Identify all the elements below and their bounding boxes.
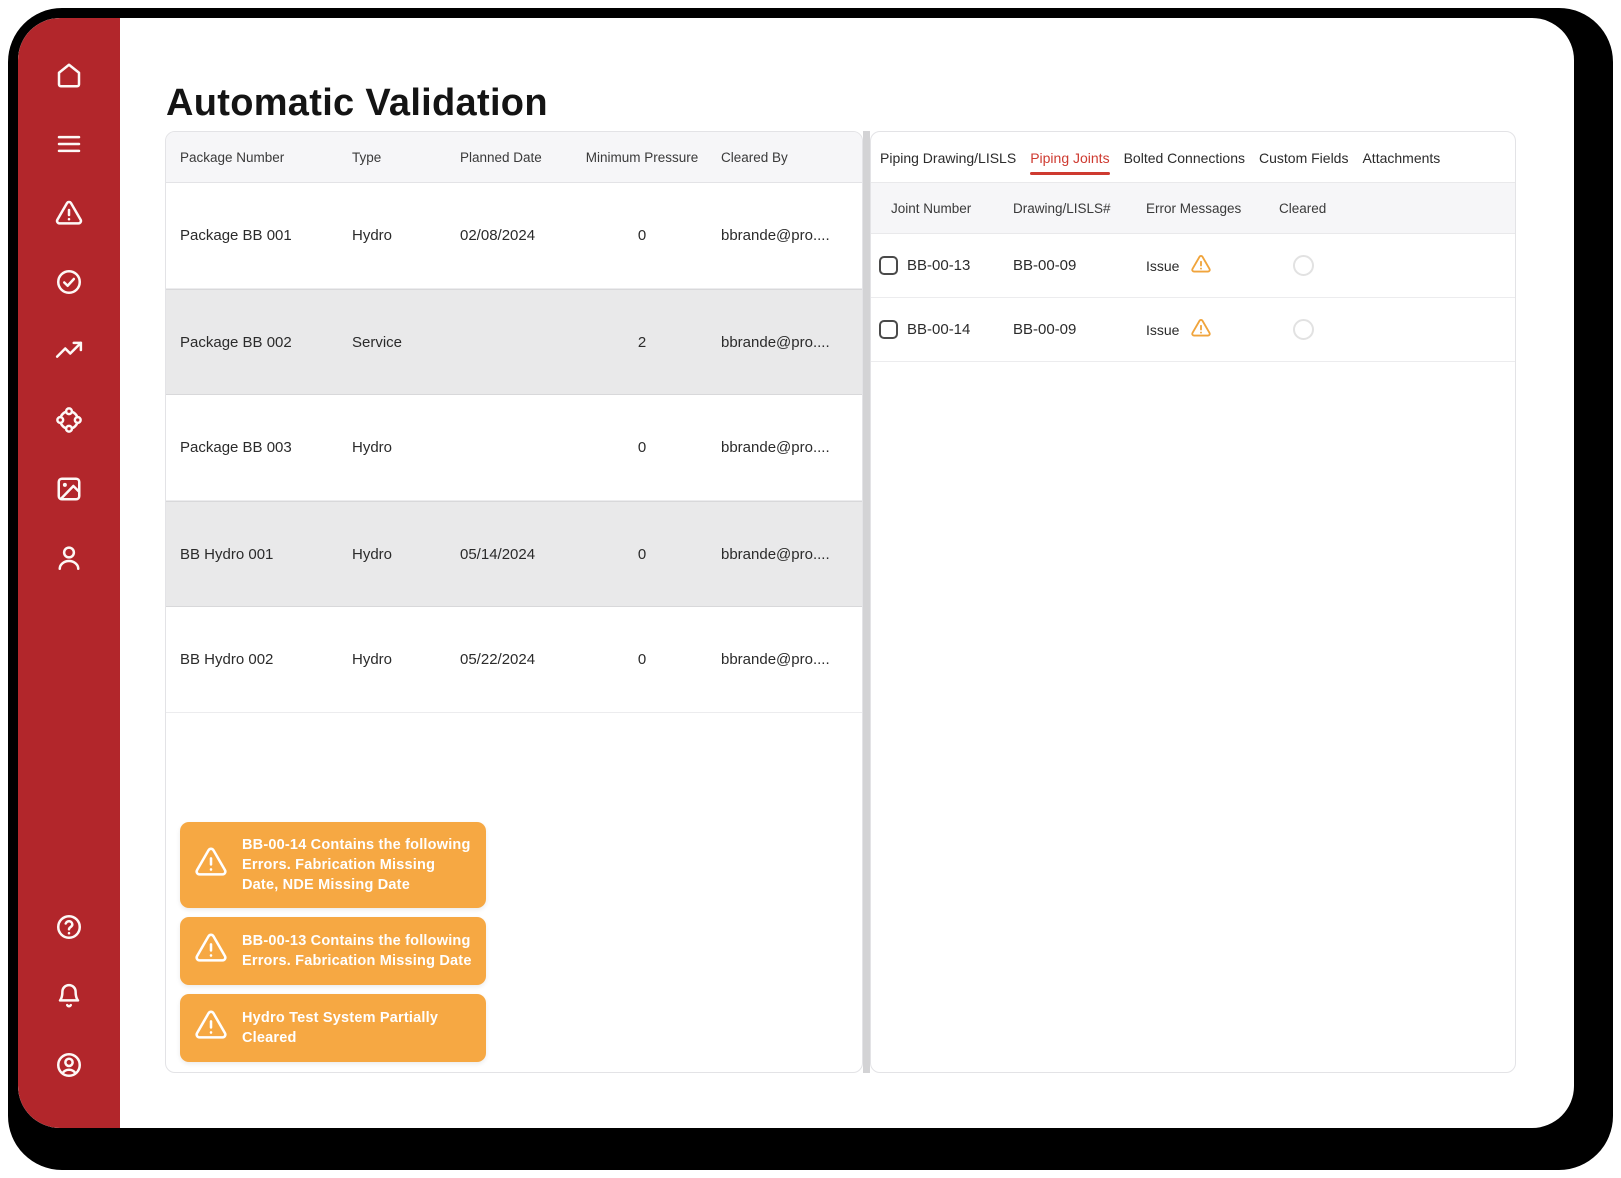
toast-stack: BB-00-14 Contains the following Errors. … <box>180 822 486 1062</box>
help-icon <box>54 912 84 942</box>
cleared-by-cell: bbrande@pro.... <box>707 546 862 563</box>
toast-message: BB-00-13 Contains the following Errors. … <box>242 931 472 971</box>
home-icon <box>54 60 84 90</box>
type-cell: Hydro <box>352 651 460 668</box>
alert-triangle-icon <box>54 198 84 228</box>
tab-bolted-connections[interactable]: Bolted Connections <box>1117 135 1252 179</box>
type-cell: Hydro <box>352 546 460 563</box>
check-circle-icon <box>54 267 84 297</box>
column-header-cleared-by: Cleared By <box>707 150 862 165</box>
joint-number-cell: BB-00-13 <box>907 257 1013 274</box>
drawing-cell: BB-00-09 <box>1013 257 1146 274</box>
toast-message: Hydro Test System Partially Cleared <box>242 1008 472 1048</box>
app-window: Automatic Validation Package Number Type… <box>18 18 1574 1128</box>
column-header-joint-number: Joint Number <box>891 201 1013 216</box>
type-cell: Service <box>352 334 460 351</box>
package-number-cell: BB Hydro 002 <box>180 651 352 668</box>
package-number-cell: Package BB 003 <box>180 439 352 456</box>
column-header-drawing-lisls: Drawing/LISLS# <box>1013 201 1146 216</box>
sidebar-item-account[interactable] <box>48 1050 90 1080</box>
sidebar-item-home[interactable] <box>48 60 90 90</box>
account-icon <box>54 1050 84 1080</box>
cleared-by-cell: bbrande@pro.... <box>707 334 862 351</box>
sidebar-item-notifications[interactable] <box>48 981 90 1011</box>
minimum-pressure-cell: 0 <box>577 439 707 456</box>
cleared-by-cell: bbrande@pro.... <box>707 227 862 244</box>
package-number-cell: BB Hydro 001 <box>180 546 352 563</box>
drawing-cell: BB-00-09 <box>1013 321 1146 338</box>
warning-toast: BB-00-13 Contains the following Errors. … <box>180 917 486 985</box>
error-label: Issue <box>1146 258 1179 274</box>
issue-warning-icon[interactable] <box>1190 317 1212 342</box>
package-row[interactable]: BB Hydro 002 Hydro 05/22/2024 0 bbrande@… <box>166 607 862 713</box>
column-header-type: Type <box>352 150 460 165</box>
planned-date-cell: 02/08/2024 <box>460 227 577 244</box>
sidebar-item-users[interactable] <box>48 543 90 573</box>
sidebar-item-images[interactable] <box>48 474 90 504</box>
workflow-icon <box>54 405 84 435</box>
package-row[interactable]: BB Hydro 001 Hydro 05/14/2024 0 bbrande@… <box>166 501 862 607</box>
detail-tabs: Piping Drawing/LISLS Piping Joints Bolte… <box>871 132 1515 183</box>
sidebar-item-menu[interactable] <box>48 129 90 159</box>
column-header-planned-date: Planned Date <box>460 150 577 165</box>
joint-row: BB-00-14 BB-00-09 Issue <box>871 298 1515 362</box>
user-icon <box>54 543 84 573</box>
warning-toast: BB-00-14 Contains the following Errors. … <box>180 822 486 908</box>
trending-up-icon <box>54 336 84 366</box>
cleared-by-cell: bbrande@pro.... <box>707 651 862 668</box>
sidebar-item-approvals[interactable] <box>48 267 90 297</box>
minimum-pressure-cell: 0 <box>577 546 707 563</box>
column-header-package-number: Package Number <box>180 150 352 165</box>
warning-triangle-icon <box>193 1007 229 1049</box>
type-cell: Hydro <box>352 439 460 456</box>
panel-divider-scrollbar[interactable] <box>863 131 870 1073</box>
joint-row-checkbox[interactable] <box>879 320 898 339</box>
joints-table-header: Joint Number Drawing/LISLS# Error Messag… <box>871 183 1515 234</box>
package-row[interactable]: Package BB 003 Hydro 0 bbrande@pro.... <box>166 395 862 501</box>
column-header-minimum-pressure: Minimum Pressure <box>577 150 707 165</box>
sidebar-item-help[interactable] <box>48 912 90 942</box>
packages-panel: Package Number Type Planned Date Minimum… <box>165 131 863 1073</box>
warning-triangle-icon <box>193 844 229 886</box>
cleared-status-ring[interactable] <box>1293 255 1314 276</box>
type-cell: Hydro <box>352 227 460 244</box>
warning-triangle-icon <box>193 930 229 972</box>
cleared-by-cell: bbrande@pro.... <box>707 439 862 456</box>
package-number-cell: Package BB 002 <box>180 334 352 351</box>
error-label: Issue <box>1146 322 1179 338</box>
column-header-error-messages: Error Messages <box>1146 201 1279 216</box>
warning-toast: Hydro Test System Partially Cleared <box>180 994 486 1062</box>
joint-row-checkbox[interactable] <box>879 256 898 275</box>
packages-table-header: Package Number Type Planned Date Minimum… <box>166 132 862 183</box>
minimum-pressure-cell: 0 <box>577 227 707 244</box>
tab-piping-joints[interactable]: Piping Joints <box>1023 135 1116 179</box>
detail-panel: Piping Drawing/LISLS Piping Joints Bolte… <box>870 131 1516 1073</box>
toast-message: BB-00-14 Contains the following Errors. … <box>242 835 472 895</box>
package-row[interactable]: Package BB 002 Service 2 bbrande@pro.... <box>166 289 862 395</box>
page-title: Automatic Validation <box>166 79 548 127</box>
issue-warning-icon[interactable] <box>1190 253 1212 278</box>
planned-date-cell: 05/22/2024 <box>460 651 577 668</box>
sidebar <box>18 18 120 1128</box>
sidebar-item-reports[interactable] <box>48 336 90 366</box>
sidebar-item-alerts[interactable] <box>48 198 90 228</box>
tab-custom-fields[interactable]: Custom Fields <box>1252 135 1355 179</box>
cleared-status-ring[interactable] <box>1293 319 1314 340</box>
sidebar-item-workflow[interactable] <box>48 405 90 435</box>
menu-icon <box>54 129 84 159</box>
joint-number-cell: BB-00-14 <box>907 321 1013 338</box>
tab-attachments[interactable]: Attachments <box>1355 135 1447 179</box>
minimum-pressure-cell: 2 <box>577 334 707 351</box>
bell-icon <box>54 981 84 1011</box>
minimum-pressure-cell: 0 <box>577 651 707 668</box>
planned-date-cell: 05/14/2024 <box>460 546 577 563</box>
column-header-cleared: Cleared <box>1279 201 1515 216</box>
package-row[interactable]: Package BB 001 Hydro 02/08/2024 0 bbrand… <box>166 183 862 289</box>
joint-row: BB-00-13 BB-00-09 Issue <box>871 234 1515 298</box>
image-icon <box>54 474 84 504</box>
package-number-cell: Package BB 001 <box>180 227 352 244</box>
tab-piping-drawing-lisls[interactable]: Piping Drawing/LISLS <box>873 135 1023 179</box>
